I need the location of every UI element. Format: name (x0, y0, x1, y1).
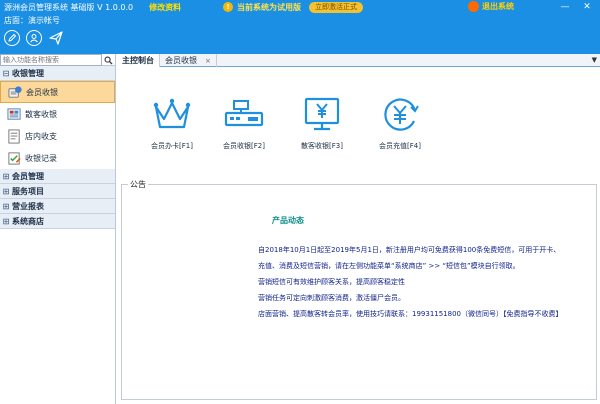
announcement-line: 店面营销、提高散客转会员率，使用技巧请联系：19931151800（微信同号）【… (258, 310, 563, 318)
announcement-line: 自2018年10月1日起至2019年5月1日，新注册用户均可免费获得100条免费… (258, 246, 561, 254)
header-toolbar: 店面：演示帐号 (0, 14, 600, 54)
sidebar-item-guest-cashier[interactable]: 散客收银 (0, 103, 115, 125)
group-system-store[interactable]: ⊞ 系统商店 (0, 214, 115, 229)
tab-close-icon[interactable]: × (205, 55, 211, 67)
crown-icon (153, 98, 191, 129)
trial-notice-text: 当前系统为试用版 (237, 2, 301, 12)
announcement-title: 产品动态 (272, 216, 304, 225)
group-member[interactable]: ⊞ 会员管理 (0, 169, 115, 184)
expand-icon: ⊞ (2, 216, 10, 226)
ledger-icon (6, 128, 22, 144)
expand-icon: ⊞ (2, 201, 10, 211)
quick-actions-panel: 会员办卡[F1] 会员收银[F2] 散客收银[F3] 会员充值[F4] (117, 67, 600, 179)
sidebar-item-label: 散客收银 (25, 109, 57, 119)
quick-action-member-cashier[interactable]: 会员收银[F2] (209, 93, 279, 151)
expand-icon: ⊞ (2, 186, 10, 196)
app-title: 源洲会员管理系统 基础版 V 1.0.0.0 (4, 2, 134, 12)
sidebar-item-cashier-records[interactable]: 收银记录 (0, 147, 115, 169)
announcement-panel: 公告 产品动态 自2018年10月1日起至2019年5月1日，新注册用户均可免费… (121, 179, 597, 400)
expand-icon: ⊞ (2, 171, 10, 181)
trial-notice: ! 当前系统为试用版 立即激活正式 (223, 1, 363, 13)
exit-label: 退出系统 (482, 2, 514, 11)
announcement-legend: 公告 (128, 179, 148, 190)
group-label: 系统商店 (12, 216, 44, 226)
edit-profile-link[interactable]: 修改资料 (149, 2, 181, 13)
announcement-line: 充值、消费及短信营销，请在左侧功能菜单“系统商店” >> “短信包”模块自行领取… (258, 262, 520, 270)
quick-action-open-card[interactable]: 会员办卡[F1] (137, 93, 207, 151)
search-icon[interactable] (102, 54, 115, 66)
exit-icon (468, 1, 479, 12)
sidebar-item-label: 店内收支 (25, 131, 57, 141)
quick-action-recharge[interactable]: 会员充值[F4] (365, 93, 435, 151)
group-label: 服务项目 (12, 186, 44, 196)
tab-member-cashier[interactable]: 会员收银 × (160, 54, 217, 67)
tab-list-dropdown[interactable]: ▼ (592, 54, 597, 67)
sidebar-item-member-cashier[interactable]: 会员收银 (0, 81, 115, 103)
announcement-line: 营销任务可定向刺激顾客消费，激活僵尸会员。 (258, 294, 405, 302)
exit-system-button[interactable]: 退出系统 (468, 1, 514, 12)
group-label: 会员管理 (12, 171, 44, 181)
announcement-line: 营销短信可有效维护顾客关系，提高顾客稳定性 (258, 278, 405, 286)
yen-recharge-icon (384, 98, 419, 131)
tab-main-console[interactable]: 主控制台 (117, 54, 160, 67)
group-cashier[interactable]: ⊟ 收银管理 (0, 66, 115, 81)
sidebar-item-label: 会员收银 (26, 87, 58, 97)
tab-label: 主控制台 (122, 55, 154, 65)
function-search-input[interactable] (0, 54, 102, 66)
sidebar: ⊟ 收银管理 会员收银 散客收银 店内收支 收银记录 ⊞ 会员管理 ⊞ 服务项目… (0, 54, 116, 404)
warning-icon: ! (223, 2, 233, 12)
activate-button[interactable]: 立即激活正式 (309, 1, 363, 13)
guest-cashier-icon (6, 106, 22, 122)
sidebar-item-label: 收银记录 (25, 153, 57, 163)
minimize-button[interactable]: — (554, 0, 576, 14)
cash-register-icon (224, 100, 264, 127)
tab-bar: 主控制台 会员收银 × ▼ (117, 54, 600, 67)
member-cashier-icon (7, 84, 23, 100)
quick-action-label: 会员充值[F4] (379, 142, 421, 150)
edit-icon[interactable] (4, 30, 20, 46)
group-label: 收银管理 (12, 68, 44, 78)
announcement-body: 产品动态 自2018年10月1日起至2019年5月1日，新注册用户均可免费获得1… (122, 195, 596, 399)
title-bar: 源洲会员管理系统 基础版 V 1.0.0.0 修改资料 ! 当前系统为试用版 立… (0, 0, 600, 14)
send-icon[interactable] (48, 30, 64, 46)
quick-action-label: 散客收银[F3] (301, 142, 343, 150)
records-icon (6, 150, 22, 166)
close-button[interactable]: ✕ (576, 0, 598, 14)
user-icon[interactable] (26, 30, 42, 46)
collapse-icon: ⊟ (2, 68, 10, 78)
quick-action-label: 会员收银[F2] (223, 142, 265, 150)
group-services[interactable]: ⊞ 服务项目 (0, 184, 115, 199)
sidebar-item-store-finance[interactable]: 店内收支 (0, 125, 115, 147)
monitor-yen-icon (304, 97, 340, 131)
quick-action-guest-cashier[interactable]: 散客收银[F3] (287, 93, 357, 151)
store-label: 店面：演示帐号 (4, 16, 60, 25)
group-label: 营业报表 (12, 201, 44, 211)
group-reports[interactable]: ⊞ 营业报表 (0, 199, 115, 214)
tab-label: 会员收银 (165, 55, 197, 65)
quick-action-label: 会员办卡[F1] (151, 142, 193, 150)
